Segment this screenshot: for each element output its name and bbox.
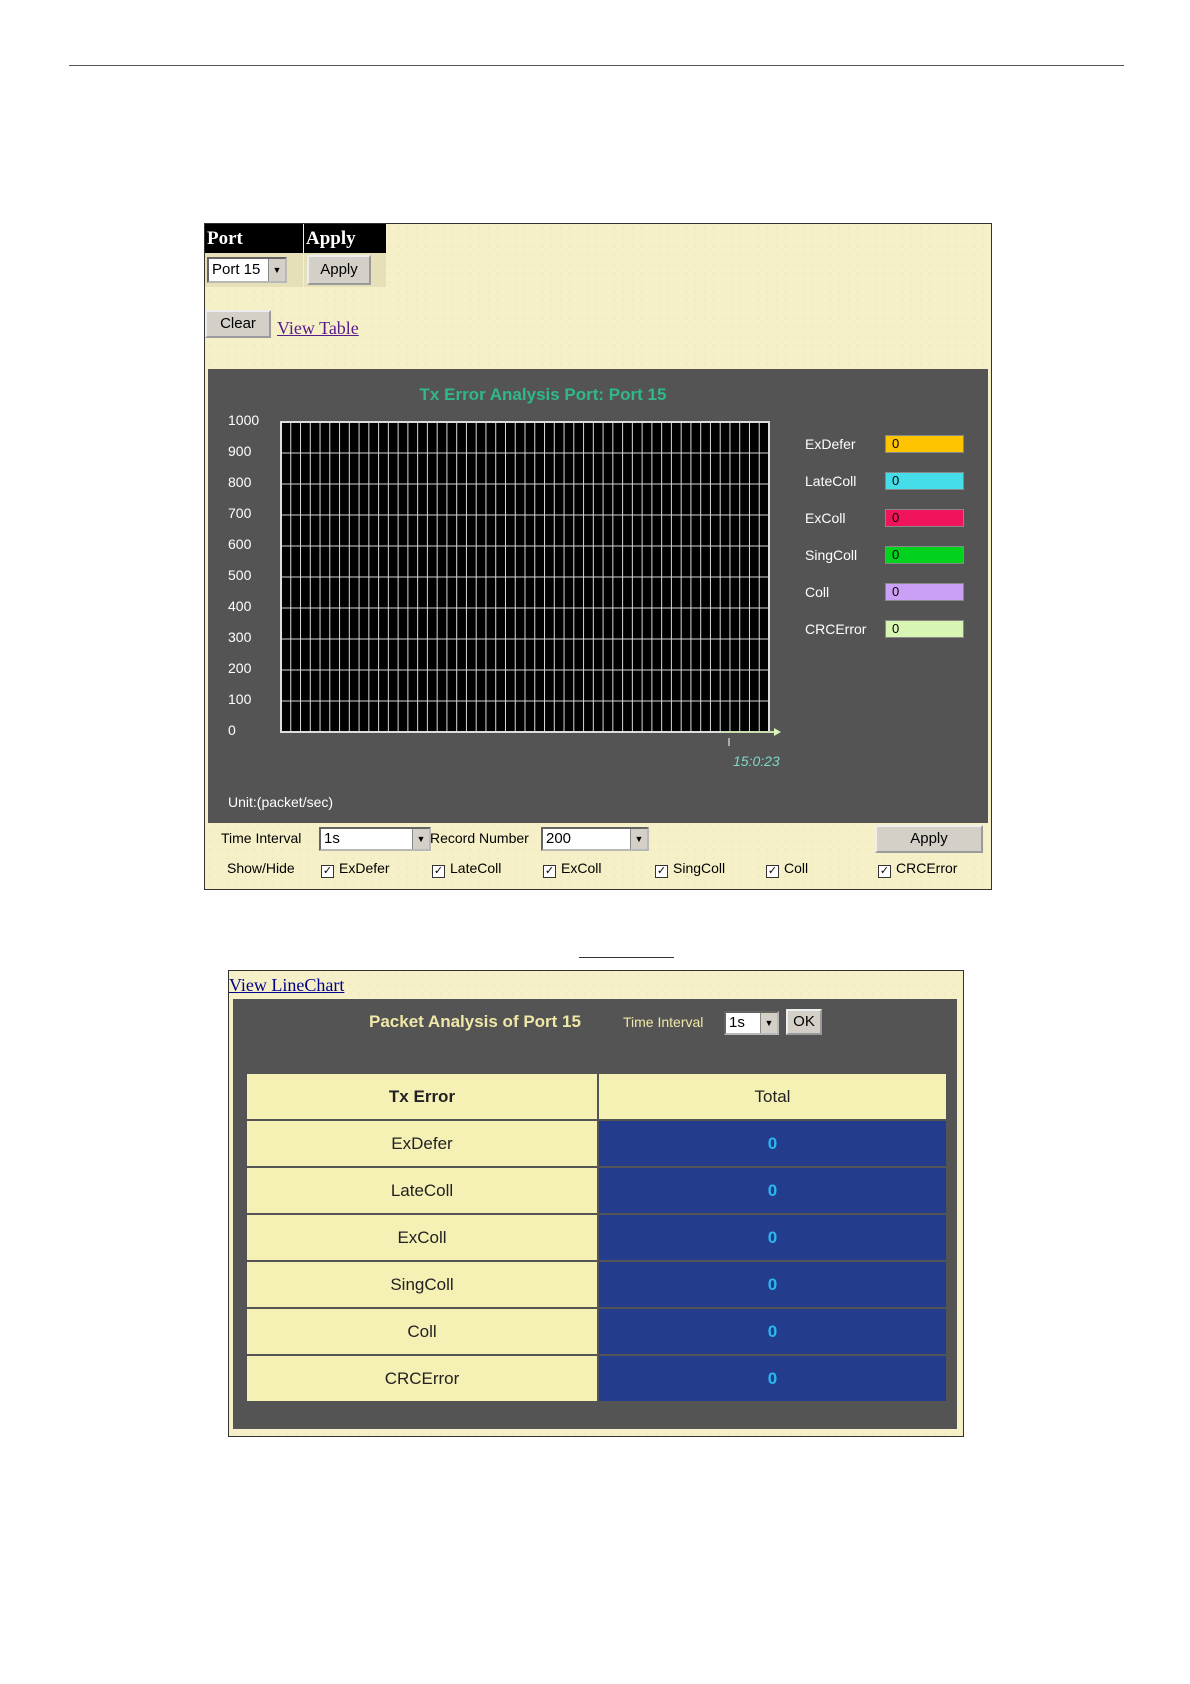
legend-value-box: 0 [885, 472, 964, 490]
legend-label: ExColl [805, 510, 846, 526]
unit-label: Unit:(packet/sec) [228, 794, 334, 810]
chart-apply-button[interactable]: Apply [875, 825, 983, 853]
checkbox-label: ExDefer [339, 860, 390, 876]
record-number-value: 200 [546, 830, 572, 847]
table-title: Packet Analysis of Port 15 [369, 1012, 581, 1031]
x-time-label: 15:0:23 [733, 753, 780, 769]
checkbox-label: SingColl [673, 860, 726, 876]
row-total: 0 [599, 1215, 946, 1260]
clear-button[interactable]: Clear [205, 310, 271, 338]
legend-label: ExDefer [805, 436, 856, 452]
row-total: 0 [599, 1168, 946, 1213]
row-total: 0 [599, 1262, 946, 1307]
checkbox-crcerror[interactable]: ✓ CRCError [878, 860, 957, 878]
line-chart-plot [280, 421, 781, 746]
total-column-header: Total [599, 1074, 946, 1119]
table-time-interval-value: 1s [729, 1014, 745, 1031]
port-select[interactable]: Port 15 ▼ [207, 257, 287, 283]
packet-analysis-table-panel: View LineChart Packet Analysis of Port 1… [228, 970, 964, 1437]
table-time-interval-label: Time Interval [623, 1014, 704, 1030]
checkbox-box[interactable]: ✓ [321, 865, 334, 878]
legend-value-box: 0 [885, 509, 964, 527]
legend-value-box: 0 [885, 583, 964, 601]
chevron-down-icon[interactable]: ▼ [412, 829, 429, 849]
divider-line [579, 957, 674, 958]
checkbox-latecoll[interactable]: ✓ LateColl [432, 860, 501, 878]
chevron-down-icon[interactable]: ▼ [630, 829, 647, 849]
legend-label: LateColl [805, 473, 857, 489]
row-name: SingColl [247, 1262, 597, 1307]
row-name: LateColl [247, 1168, 597, 1213]
chevron-down-icon[interactable]: ▼ [760, 1013, 777, 1033]
checkbox-label: LateColl [450, 860, 502, 876]
legend-label: SingColl [805, 547, 858, 563]
legend-value-box: 0 [885, 620, 964, 638]
ok-button[interactable]: OK [786, 1009, 822, 1035]
x-axis-arrow [774, 728, 781, 736]
checkbox-singcoll[interactable]: ✓ SingColl [655, 860, 725, 878]
port-apply-button[interactable]: Apply [307, 255, 371, 285]
legend-label: Coll [805, 584, 830, 600]
legend-value-box: 0 [885, 546, 964, 564]
checkbox-label: Coll [784, 860, 809, 876]
time-interval-value: 1s [324, 830, 340, 847]
row-total: 0 [599, 1121, 946, 1166]
row-total: 0 [599, 1309, 946, 1354]
checkbox-box[interactable]: ✓ [766, 865, 779, 878]
record-number-select[interactable]: 200 ▼ [541, 827, 649, 851]
row-name: Coll [247, 1309, 597, 1354]
table-row: ExColl 0 [247, 1215, 946, 1260]
checkbox-label: ExColl [561, 860, 602, 876]
tx-error-column-header: Tx Error [247, 1074, 597, 1119]
checkbox-label: CRCError [896, 860, 958, 876]
row-total: 0 [599, 1356, 946, 1401]
table-row: Coll 0 [247, 1309, 946, 1354]
legend-value-box: 0 [885, 435, 964, 453]
table-row: SingColl 0 [247, 1262, 946, 1307]
legend-label: CRCError [805, 621, 867, 637]
row-name: ExColl [247, 1215, 597, 1260]
time-interval-label: Time Interval [221, 830, 302, 846]
chart-area: Tx Error Analysis Port: Port 15 1000 900 8… [208, 369, 988, 823]
checkbox-box[interactable]: ✓ [543, 865, 556, 878]
checkbox-excoll[interactable]: ✓ ExColl [543, 860, 601, 878]
chevron-down-icon[interactable]: ▼ [268, 259, 285, 281]
time-interval-select[interactable]: 1s ▼ [319, 827, 431, 851]
record-number-label: Record Number [430, 830, 529, 846]
checkbox-exdefer[interactable]: ✓ ExDefer [321, 860, 390, 878]
table-header-row: Tx Error Total [247, 1074, 946, 1119]
table-time-interval-select[interactable]: 1s ▼ [724, 1011, 779, 1035]
port-header: Port [205, 224, 303, 253]
page-top-rule [69, 65, 1124, 66]
checkbox-box[interactable]: ✓ [432, 865, 445, 878]
table-row: ExDefer 0 [247, 1121, 946, 1166]
table-area: Packet Analysis of Port 15 Time Interval… [233, 999, 957, 1429]
port-select-value: Port 15 [212, 261, 261, 278]
view-linechart-link[interactable]: View LineChart [229, 975, 344, 996]
row-name: ExDefer [247, 1121, 597, 1166]
show-hide-label: Show/Hide [227, 860, 295, 876]
checkbox-coll[interactable]: ✓ Coll [766, 860, 808, 878]
table-row: LateColl 0 [247, 1168, 946, 1213]
table-row: CRCError 0 [247, 1356, 946, 1401]
row-name: CRCError [247, 1356, 597, 1401]
checkbox-box[interactable]: ✓ [878, 865, 891, 878]
view-table-link[interactable]: View Table [277, 318, 359, 339]
checkbox-box[interactable]: ✓ [655, 865, 668, 878]
apply-header: Apply [304, 224, 386, 253]
tx-error-linechart-panel: Port Apply Port 15 ▼ Apply Clear View Ta… [204, 223, 992, 890]
tx-error-table: Tx Error Total ExDefer 0 LateColl 0 ExCo… [245, 1072, 948, 1403]
